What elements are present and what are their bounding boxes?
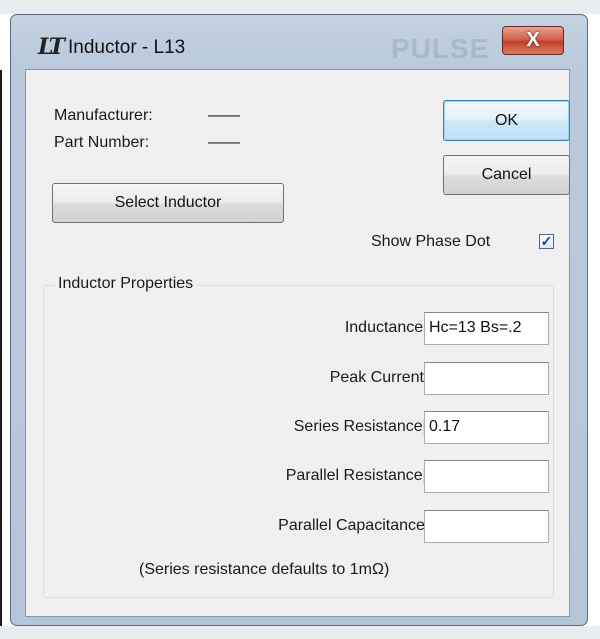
part-number-value: —— bbox=[208, 134, 240, 151]
parallel-resistance-field[interactable] bbox=[424, 460, 549, 493]
dialog-body: Manufacturer: —— Part Number: —— Select … bbox=[25, 69, 570, 617]
manufacturer-value: —— bbox=[208, 107, 240, 124]
close-icon: X bbox=[526, 29, 540, 51]
inductance-field[interactable]: Hc=13 Bs=.2 bbox=[424, 312, 549, 345]
inductor-properties-group: Inductor Properties Inductance[H]: Hc=13… bbox=[43, 275, 554, 598]
window-title: Inductor - L13 bbox=[68, 37, 186, 58]
series-resistance-field[interactable]: 0.17 bbox=[424, 411, 549, 444]
parallel-capacitance-field[interactable] bbox=[424, 510, 549, 543]
select-inductor-button[interactable]: Select Inductor bbox=[52, 183, 284, 223]
background-bottom bbox=[0, 626, 600, 639]
show-phase-dot-label: Show Phase Dot bbox=[371, 233, 491, 250]
checkmark-icon: ✓ bbox=[540, 233, 553, 249]
cancel-label: Cancel bbox=[481, 166, 532, 183]
background-window bbox=[0, 0, 600, 14]
group-title: Inductor Properties bbox=[55, 275, 197, 293]
close-button[interactable]: X bbox=[502, 26, 564, 55]
background-edge bbox=[0, 70, 2, 630]
ltspice-logo-icon: LT bbox=[38, 34, 65, 60]
manufacturer-label: Manufacturer: bbox=[54, 107, 153, 124]
show-phase-dot-checkbox[interactable]: ✓ bbox=[539, 234, 554, 249]
title-bar[interactable]: LT Inductor - L13 PULSE X bbox=[11, 15, 587, 73]
select-inductor-label: Select Inductor bbox=[114, 194, 222, 211]
series-resistance-note: (Series resistance defaults to 1mΩ) bbox=[139, 561, 390, 578]
cancel-button[interactable]: Cancel bbox=[443, 155, 570, 195]
background-title-ghost: PULSE bbox=[391, 33, 490, 64]
ok-label: OK bbox=[494, 112, 519, 129]
part-number-label: Part Number: bbox=[54, 134, 150, 151]
parallel-capacitance-label: Parallel Capacitance[F]: bbox=[278, 517, 448, 534]
inductor-dialog: LT Inductor - L13 PULSE X Manufacturer: … bbox=[10, 14, 588, 626]
ok-button[interactable]: OK bbox=[443, 100, 570, 141]
peak-current-field[interactable] bbox=[424, 362, 549, 395]
